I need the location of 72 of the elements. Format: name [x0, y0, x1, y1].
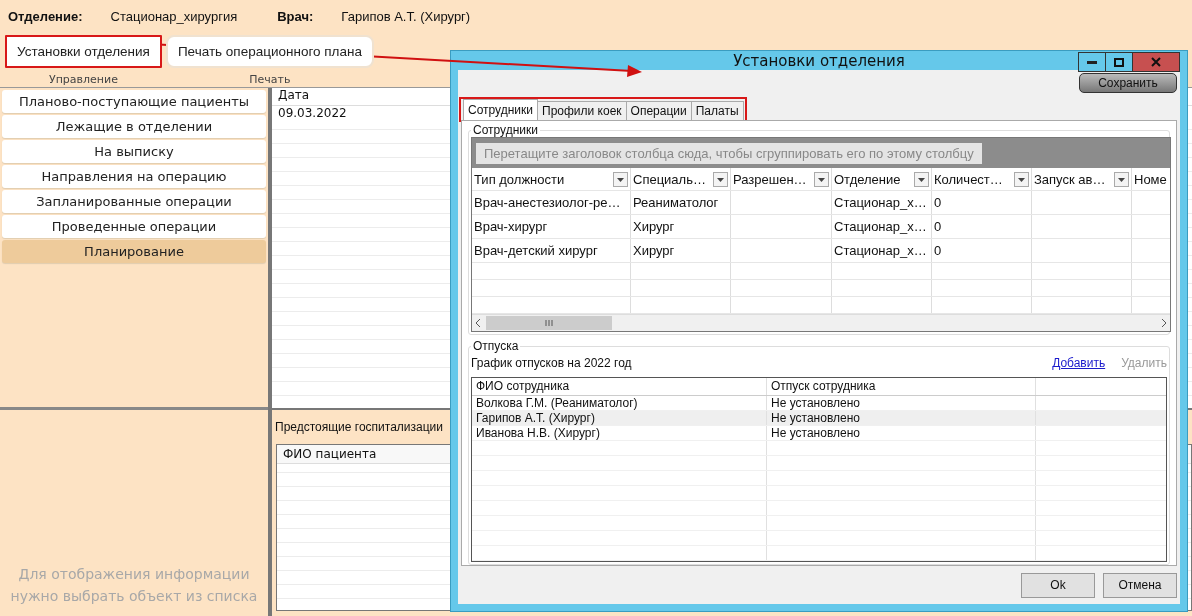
table-cell: Реаниматолог: [631, 191, 731, 214]
vacation-caption: График отпусков на 2022 год: [471, 356, 633, 370]
empty-hint: Для отображения информации нужно выбрать объект из списка: [9, 565, 259, 606]
window-title: Установки отделения: [733, 51, 905, 70]
filter-dropdown-icon[interactable]: [713, 171, 728, 187]
table-row[interactable]: Гарипов А.Т. (Хирург) Не установлено: [472, 411, 1166, 426]
grip-icon: [545, 320, 553, 326]
column-header[interactable]: Отделение: [832, 168, 932, 190]
table-cell: Хирург: [631, 215, 731, 238]
nav-item[interactable]: Проведенные операции: [2, 215, 266, 238]
column-header[interactable]: Тип должности: [472, 168, 631, 190]
column-header[interactable]: Специаль…: [631, 168, 731, 190]
table-cell: 0: [932, 215, 1032, 238]
filter-dropdown-icon[interactable]: [1114, 171, 1129, 187]
column-header: Отпуск сотрудника: [767, 378, 1036, 395]
filter-dropdown-icon[interactable]: [613, 171, 628, 187]
filter-dropdown-icon[interactable]: [1014, 171, 1029, 187]
column-header[interactable]: Номе: [1132, 168, 1170, 190]
save-button[interactable]: Сохранить: [1079, 73, 1177, 93]
filter-dropdown-icon[interactable]: [914, 171, 929, 187]
ribbon-button[interactable]: Печать операционного плана: [165, 35, 374, 68]
add-link[interactable]: Добавить: [1052, 356, 1106, 370]
table-cell: Врач-детский хирург: [472, 239, 631, 262]
nav-item[interactable]: Планово-поступающие пациенты: [2, 90, 266, 113]
department-label: Отделение:: [8, 8, 83, 24]
close-button[interactable]: [1132, 52, 1180, 72]
table-cell: Иванова Н.В. (Хирург): [476, 426, 600, 440]
nav-item[interactable]: Лежащие в отделении: [2, 115, 266, 138]
column-header: ФИО сотрудника: [472, 378, 767, 395]
maximize-icon: [1114, 57, 1124, 67]
column-header[interactable]: Разрешен…: [731, 168, 832, 190]
filter-dropdown-icon[interactable]: [814, 171, 829, 187]
minimize-button[interactable]: [1078, 52, 1106, 72]
group-label: Управление: [48, 73, 118, 86]
nav-item[interactable]: Направления на операцию: [2, 165, 266, 188]
group-title: Отпуска: [472, 339, 520, 353]
dialog-button[interactable]: Отмена: [1103, 572, 1177, 598]
table-cell: Хирург: [631, 239, 731, 262]
table-cell: Не установлено: [771, 426, 860, 440]
table-cell: Стационар_х…: [832, 239, 932, 262]
table-cell: Врач-хирург: [472, 215, 631, 238]
tab[interactable]: Сотрудники: [463, 99, 538, 120]
section-title: Предстоящие госпитализации: [275, 420, 443, 434]
doctor-value: Гарипов А.Т. (Хирург): [341, 8, 471, 24]
column-header[interactable]: Количест…: [932, 168, 1032, 190]
close-icon: [1151, 57, 1161, 67]
table-cell: Гарипов А.Т. (Хирург): [476, 411, 595, 425]
table-row[interactable]: Иванова Н.В. (Хирург) Не установлено: [472, 426, 1166, 441]
column-header[interactable]: Запуск ав…: [1032, 168, 1132, 190]
group-label: Печать: [249, 73, 291, 86]
nav-item[interactable]: Запланированные операции: [2, 190, 266, 213]
minimize-icon: [1087, 60, 1097, 64]
tab[interactable]: Операции: [625, 101, 692, 120]
group-hint: Перетащите заголовок столбца сюда, чтобы сгруппировать его по этому столбцу: [476, 142, 982, 164]
table-cell: 0: [932, 239, 1032, 262]
nav-item[interactable]: На выписку: [2, 140, 266, 163]
table-cell: Врач-анестезиолог-ре…: [472, 191, 631, 214]
table-cell: Волкова Г.М. (Реаниматолог): [476, 396, 638, 410]
tab[interactable]: Профили коек: [537, 101, 627, 120]
doctor-label: Врач:: [277, 8, 314, 24]
dialog-button[interactable]: Ok: [1021, 572, 1095, 598]
nav-item[interactable]: Планирование: [2, 240, 266, 263]
table-cell: 0: [932, 191, 1032, 214]
table-cell: Не установлено: [771, 411, 860, 425]
group-title: Сотрудники: [472, 123, 539, 137]
department-value: Стационар_хирургия: [110, 8, 238, 24]
tab[interactable]: Палаты: [690, 101, 744, 120]
maximize-button[interactable]: [1105, 52, 1133, 72]
table-cell: Стационар_х…: [832, 191, 932, 214]
ribbon-button[interactable]: Установки отделения: [5, 35, 162, 68]
table-cell: Не установлено: [771, 396, 860, 410]
table-cell: Стационар_х…: [832, 215, 932, 238]
